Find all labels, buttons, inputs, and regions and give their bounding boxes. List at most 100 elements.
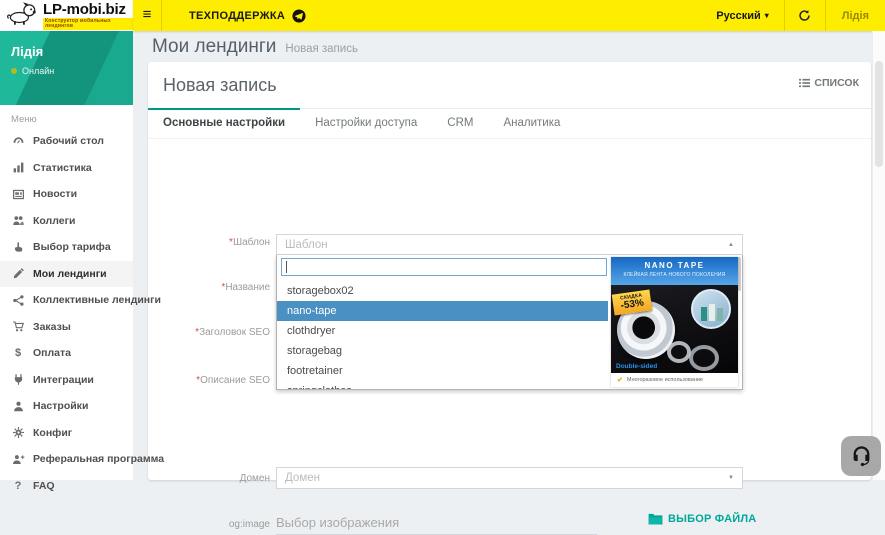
dog-logo-icon xyxy=(5,0,41,31)
profile-status: Онлайн xyxy=(11,66,133,76)
sidebar-item-label: Коллеги xyxy=(33,215,75,227)
domain-field-label: Домен xyxy=(150,473,270,484)
og-image-input[interactable] xyxy=(276,511,597,535)
ad-feature-text: Многоразовое использование xyxy=(627,377,703,383)
template-select[interactable]: Шаблон ▲ xyxy=(276,234,743,255)
template-option[interactable]: footretainer xyxy=(277,361,608,381)
ad-header: NANO TAPE КЛЕЙКАЯ ЛЕНТА НОВОГО ПОКОЛЕНИЯ xyxy=(611,257,738,285)
question-icon: ? xyxy=(11,480,25,492)
ad-title: NANO TAPE xyxy=(611,261,738,270)
support-chat-button[interactable] xyxy=(841,436,881,476)
topbar-username[interactable]: Лідія xyxy=(826,10,885,22)
sidebar-item-tariff[interactable]: Выбор тарифа xyxy=(0,234,133,261)
ad-caption: Double-sided xyxy=(616,363,657,370)
template-dropdown-panel: storagebox02 nano-tape clothdryer storag… xyxy=(276,255,743,390)
cart-icon xyxy=(11,320,25,333)
support-button[interactable]: ТЕХПОДДЕРЖКА xyxy=(162,0,332,31)
template-option[interactable]: storagebox02 xyxy=(277,281,608,301)
sidebar-item-label: Оплата xyxy=(33,347,71,359)
sidebar-item-news[interactable]: Новости xyxy=(0,181,133,208)
template-select-placeholder: Шаблон xyxy=(285,239,328,251)
sidebar-item-label: Мои лендинги xyxy=(33,268,107,280)
template-option[interactable]: storagebag xyxy=(277,341,608,361)
text-cursor xyxy=(286,261,287,273)
tab-analytics[interactable]: Аналитика xyxy=(488,108,575,138)
page-scrollbar[interactable] xyxy=(872,31,885,480)
hand-pointer-icon xyxy=(11,241,25,254)
ad-product-image: СКИДКА -53% Double-sided xyxy=(611,285,738,373)
share-icon xyxy=(11,294,25,307)
sidebar-item-label: Реферальная программа xyxy=(33,453,164,465)
brand-tagline: Конструктор мобильных лендингов xyxy=(43,18,133,30)
brand-name: LP-mobi.biz xyxy=(43,2,133,17)
sidebar-item-orders[interactable]: Заказы xyxy=(0,314,133,341)
refresh-button[interactable] xyxy=(784,0,826,31)
headset-icon xyxy=(848,443,875,470)
sidebar-item-label: Новости xyxy=(33,188,77,200)
tape-roll-small xyxy=(667,341,691,363)
stats-icon xyxy=(11,161,25,174)
choose-file-label: ВЫБОР ФАЙЛА xyxy=(668,513,756,525)
sidebar-item-collective-landings[interactable]: Коллективные лендинги xyxy=(0,287,133,314)
sidebar-item-colleagues[interactable]: Коллеги xyxy=(0,208,133,235)
sidebar-item-integrations[interactable]: Интеграции xyxy=(0,367,133,394)
caret-up-icon: ▲ xyxy=(728,242,734,248)
choose-file-button[interactable]: ВЫБОР ФАЙЛА xyxy=(648,513,756,525)
sidebar-item-settings[interactable]: Настройки xyxy=(0,393,133,420)
hamburger-menu-icon[interactable]: ≡ xyxy=(133,0,162,31)
support-label: ТЕХПОДДЕРЖКА xyxy=(189,10,285,22)
breadcrumb-current: Новая запись xyxy=(285,43,358,55)
page-title: Мои лендинги xyxy=(152,36,276,58)
og-image-field-label: og:image xyxy=(150,519,270,530)
pencil-icon xyxy=(11,267,25,280)
sidebar-item-faq[interactable]: ? FAQ xyxy=(0,473,133,500)
colleagues-icon xyxy=(11,214,25,227)
user-plus-icon xyxy=(11,453,25,466)
gears-icon xyxy=(11,426,25,439)
sidebar-item-label: Выбор тарифа xyxy=(33,241,111,253)
language-label: Русский xyxy=(716,10,760,22)
sidebar-item-statistics[interactable]: Статистика xyxy=(0,155,133,182)
ad-inset-photo xyxy=(691,289,731,329)
sidebar-item-my-landings[interactable]: Мои лендинги xyxy=(0,261,133,288)
template-options-list: storagebox02 nano-tape clothdryer storag… xyxy=(277,281,608,390)
list-view-button[interactable]: СПИСОК xyxy=(799,77,859,89)
profile-status-label: Онлайн xyxy=(22,66,54,76)
tape-roll-small xyxy=(689,345,719,371)
template-option-selected[interactable]: nano-tape xyxy=(277,301,608,321)
scrollbar-thumb[interactable] xyxy=(875,61,883,167)
domain-select[interactable]: Домен ▼ xyxy=(276,467,743,489)
chevron-down-icon: ▾ xyxy=(765,11,769,20)
sidebar-item-label: Заказы xyxy=(33,321,71,333)
list-button-label: СПИСОК xyxy=(814,77,859,89)
sidebar-item-referral[interactable]: Реферальная программа xyxy=(0,446,133,473)
template-field-label: *Шаблон xyxy=(150,237,270,248)
sidebar-item-dashboard[interactable]: Рабочий стол xyxy=(0,128,133,155)
template-option[interactable]: clothdryer xyxy=(277,321,608,341)
sidebar-item-label: Коллективные лендинги xyxy=(33,294,161,306)
user-profile: Лідія Онлайн xyxy=(0,31,133,105)
language-selector[interactable]: Русский ▾ xyxy=(701,0,783,31)
template-option[interactable]: springclothes xyxy=(277,381,608,390)
ad-subtitle: КЛЕЙКАЯ ЛЕНТА НОВОГО ПОКОЛЕНИЯ xyxy=(611,272,738,278)
name-field-label: *Название xyxy=(150,282,270,293)
sidebar-item-label: Настройки xyxy=(33,400,88,412)
tab-main-settings[interactable]: Основные настройки xyxy=(148,108,300,138)
sidebar-item-label: Статистика xyxy=(33,162,92,174)
sidebar-item-payment[interactable]: $ Оплата xyxy=(0,340,133,367)
dollar-icon: $ xyxy=(11,347,25,359)
ad-feature-row: ✔ Многоразовое использование xyxy=(611,373,738,387)
folder-icon xyxy=(648,513,663,525)
logo[interactable]: LP-mobi.biz Конструктор мобильных лендин… xyxy=(0,0,133,31)
template-search-input[interactable] xyxy=(281,258,607,276)
tab-crm[interactable]: CRM xyxy=(432,108,488,138)
card-title: Новая запись xyxy=(148,62,871,108)
profile-name: Лідія xyxy=(11,44,133,59)
sidebar-item-config[interactable]: Конфиг xyxy=(0,420,133,447)
tab-access-settings[interactable]: Настройки доступа xyxy=(300,108,432,138)
sidebar: Лідія Онлайн Меню Рабочий стол Статистик… xyxy=(0,31,133,480)
telegram-icon xyxy=(292,9,306,23)
check-icon: ✔ xyxy=(617,376,623,384)
sidebar-item-label: Рабочий стол xyxy=(33,135,104,147)
seo-title-field-label: *Заголовок SEO xyxy=(150,327,270,338)
